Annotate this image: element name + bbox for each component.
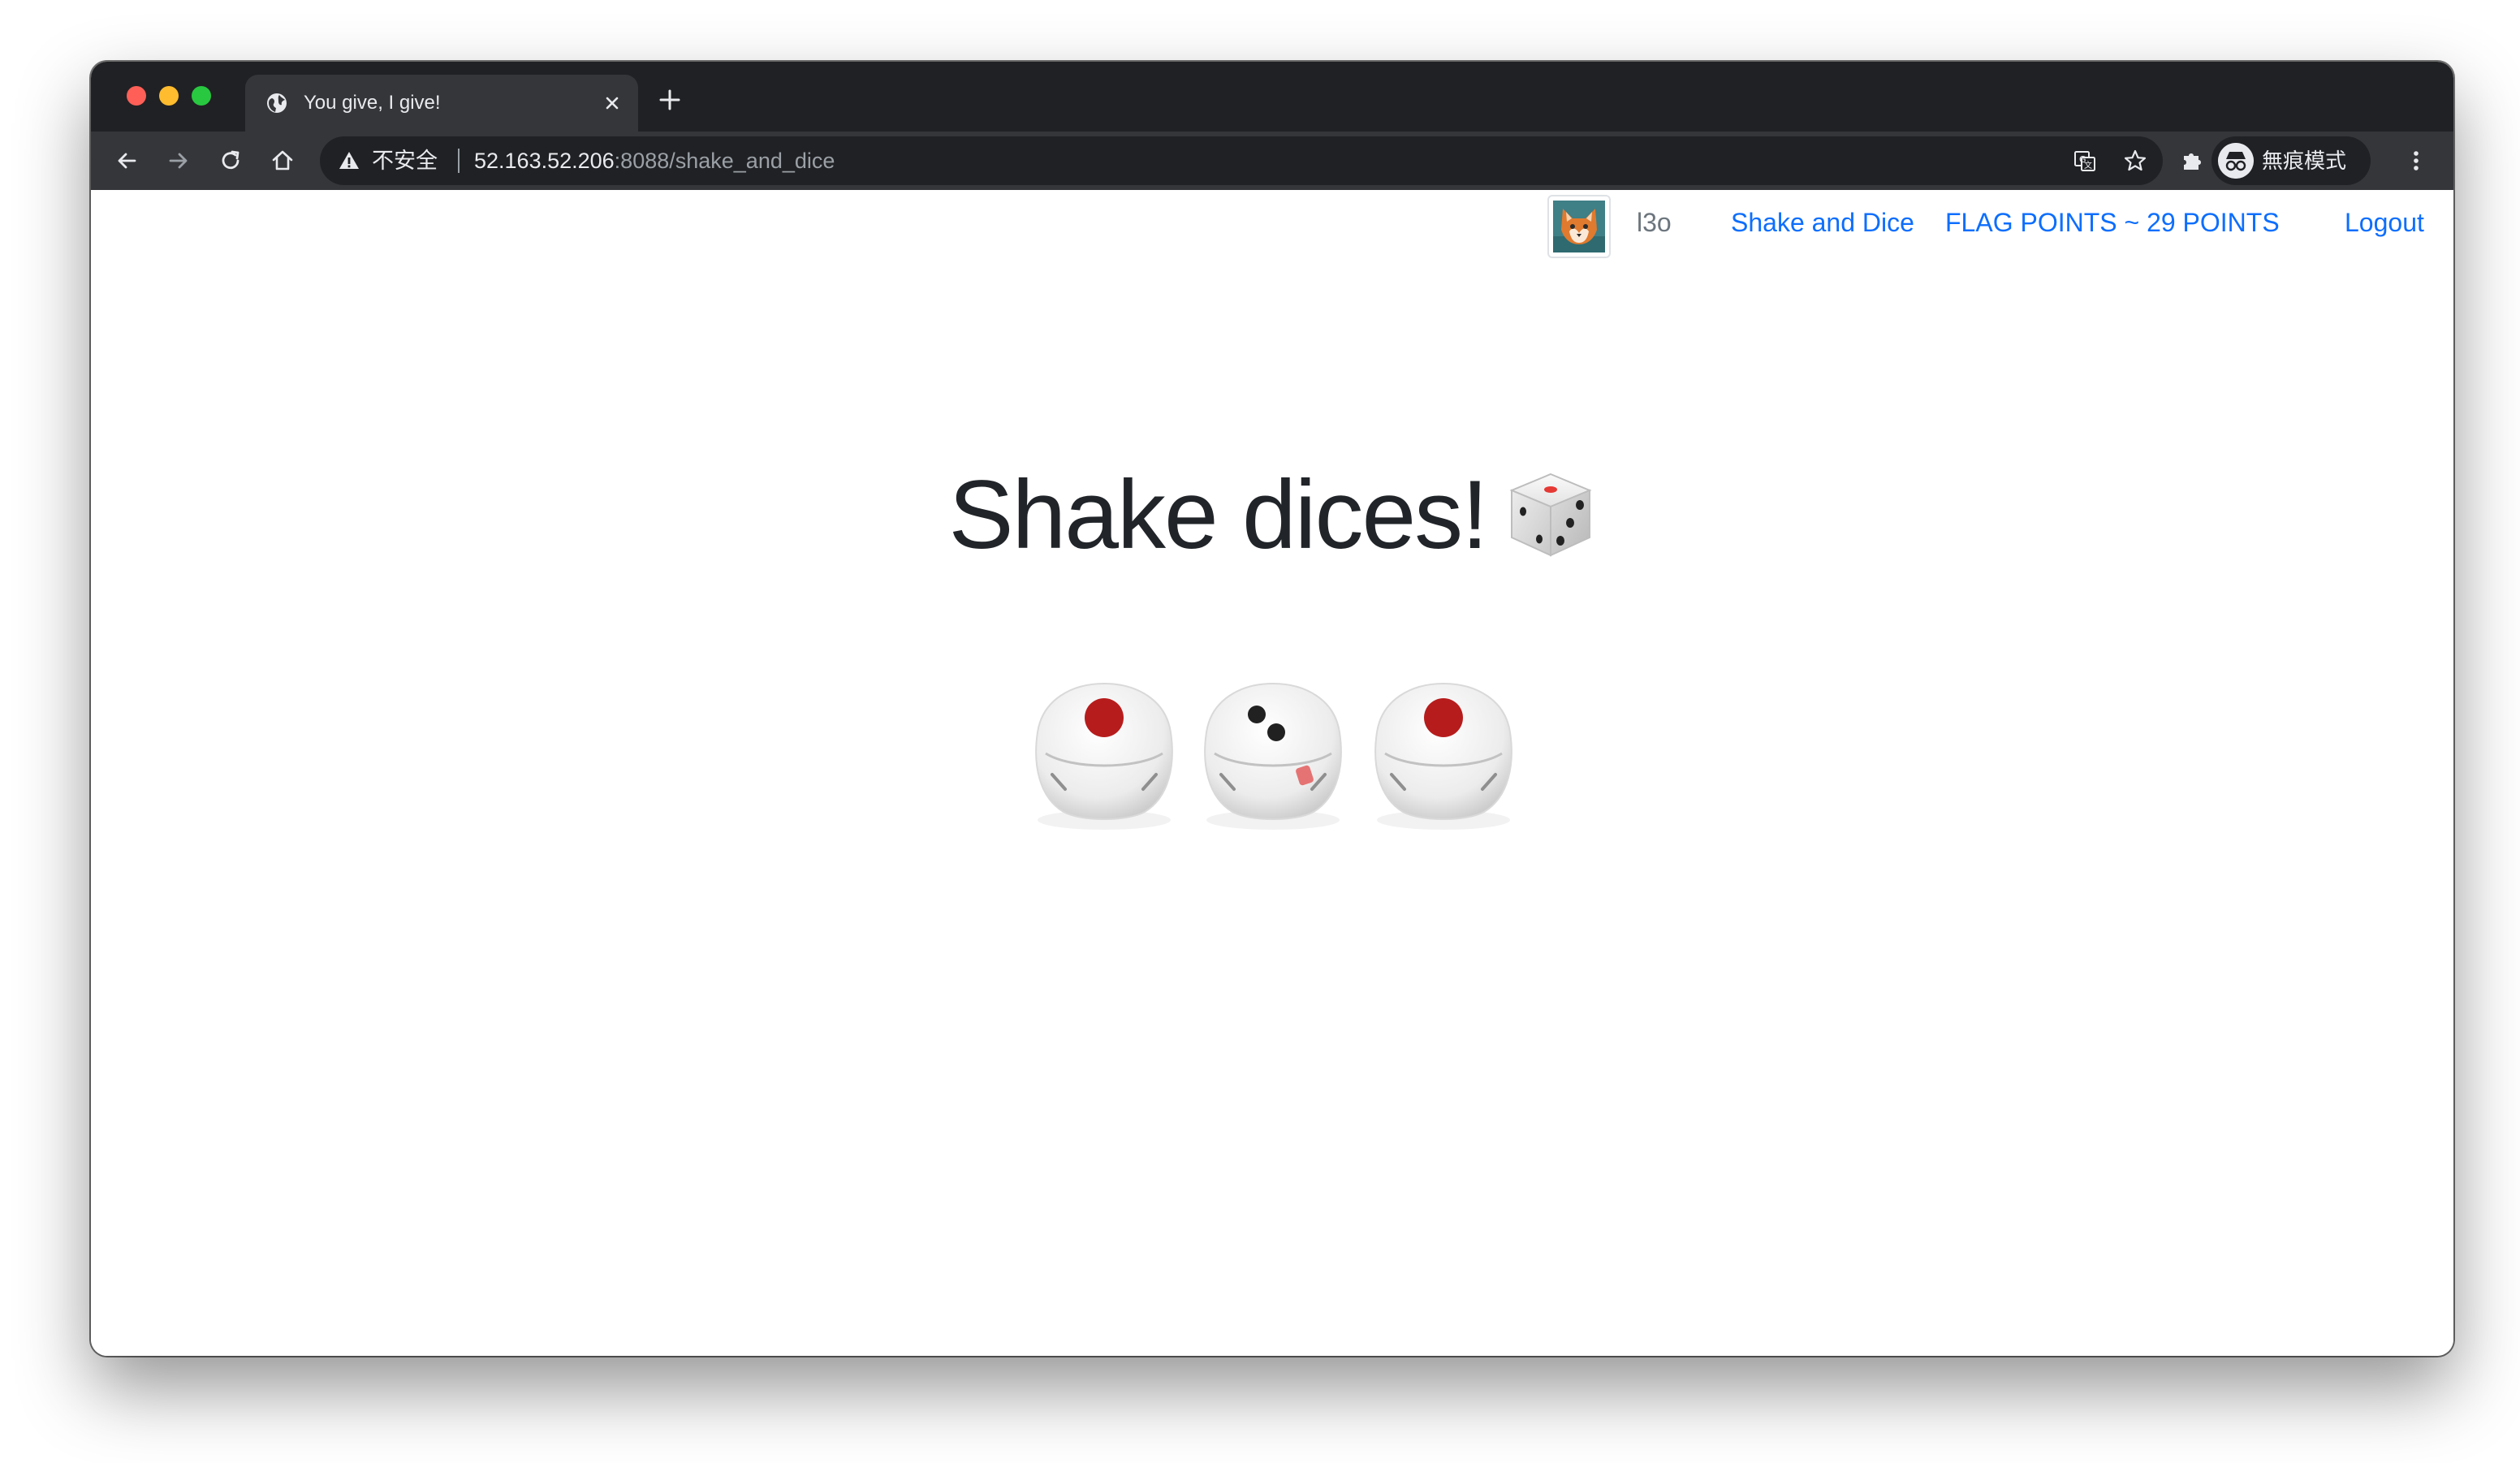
dice-results xyxy=(91,675,2453,838)
security-status[interactable]: 不安全 xyxy=(372,148,438,174)
browser-toolbar: 不安全 52.163.52.206:8088/shake_and_dice G … xyxy=(91,132,2453,190)
bookmark-star-icon[interactable] xyxy=(2122,148,2148,174)
browser-tab[interactable]: You give, I give! xyxy=(245,75,638,132)
fox-avatar-icon xyxy=(1553,201,1605,252)
tab-strip: You give, I give! xyxy=(91,62,2453,132)
translate-icon[interactable]: G 文 xyxy=(2072,148,2098,174)
zoom-window-button[interactable] xyxy=(192,86,211,106)
screen: You give, I give! 不安全 52.163.52.206:8088… xyxy=(0,0,2520,1463)
close-tab-icon[interactable] xyxy=(601,92,624,114)
game-die-icon xyxy=(1508,473,1592,557)
die-pip xyxy=(1248,706,1266,723)
nav-shake-and-dice-link[interactable]: Shake and Dice xyxy=(1731,206,1914,239)
forward-arrow-icon[interactable] xyxy=(166,148,192,174)
close-window-button[interactable] xyxy=(127,86,146,106)
nav-username[interactable]: l3o xyxy=(1637,206,1672,239)
die-pip xyxy=(1085,698,1124,737)
page-title: Shake dices! xyxy=(948,460,1488,569)
page-content: l3o Shake and Dice FLAG POINTS ~ 29 POIN… xyxy=(91,190,2453,1356)
die-pip xyxy=(1424,698,1463,737)
die-body xyxy=(1204,682,1342,820)
more-vert-icon[interactable] xyxy=(2403,148,2429,174)
new-tab-icon[interactable] xyxy=(656,86,684,114)
die-3 xyxy=(1374,682,1512,830)
address-bar[interactable]: 不安全 52.163.52.206:8088/shake_and_dice G … xyxy=(320,136,2163,185)
die-1 xyxy=(1035,682,1173,830)
nav-flag-points-link[interactable]: FLAG POINTS ~ 29 POINTS xyxy=(1945,206,2280,239)
url-text[interactable]: 52.163.52.206:8088/shake_and_dice xyxy=(474,148,835,174)
warning-icon[interactable] xyxy=(338,149,360,172)
incognito-profile-button[interactable]: 無痕模式 xyxy=(2211,136,2371,185)
die-2 xyxy=(1204,682,1342,830)
url-path: :8088/shake_and_dice xyxy=(614,149,835,173)
minimize-window-button[interactable] xyxy=(159,86,179,106)
incognito-label: 無痕模式 xyxy=(2262,149,2347,173)
incognito-icon xyxy=(2218,143,2254,179)
url-host: 52.163.52.206 xyxy=(474,149,615,173)
home-icon[interactable] xyxy=(270,148,296,174)
reload-icon[interactable] xyxy=(218,148,244,174)
svg-text:文: 文 xyxy=(2084,160,2092,170)
die-pip xyxy=(1267,723,1285,741)
browser-window: You give, I give! 不安全 52.163.52.206:8088… xyxy=(91,62,2453,1356)
back-arrow-icon[interactable] xyxy=(114,148,140,174)
user-avatar[interactable] xyxy=(1547,195,1611,258)
extensions-puzzle-icon[interactable] xyxy=(2179,148,2205,174)
nav-logout-link[interactable]: Logout xyxy=(2345,206,2424,239)
globe-icon xyxy=(267,93,287,113)
tab-title: You give, I give! xyxy=(304,92,441,114)
address-separator xyxy=(458,149,460,173)
page-heading: Shake dices! xyxy=(91,458,2453,572)
